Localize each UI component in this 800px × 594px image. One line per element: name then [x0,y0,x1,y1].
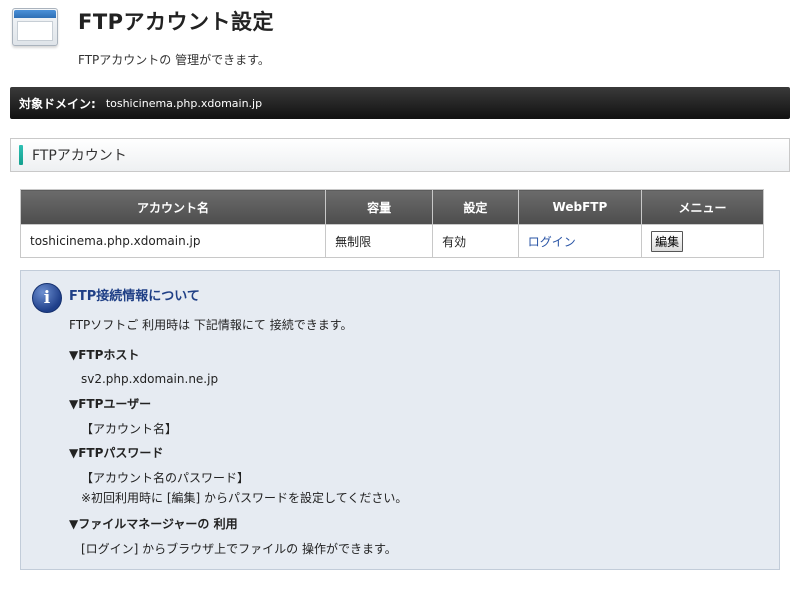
file-manager-heading: ▼ファイルマネージャーの 利用 [69,517,238,531]
column-header-menu: メニュー [641,189,764,225]
ftp-host-heading: ▼FTPホスト [69,348,140,362]
info-title: FTP接続情報について [69,289,200,304]
capacity-cell: 無制限 [325,224,434,258]
target-domain-bar: 対象ドメイン: toshicinema.php.xdomain.jp [10,87,790,119]
column-header-account: アカウント名 [19,189,327,225]
file-manager-description: [ログイン] からブラウザ上でファイルの 操作ができます。 [81,542,397,556]
info-icon: i [32,283,62,313]
menu-cell: 編集 [641,224,764,258]
webftp-login-link[interactable]: ログイン [517,224,643,258]
status-cell: 有効 [432,224,519,258]
ftp-account-table: アカウント名 容量 設定 WebFTP メニュー toshicinema.php… [19,189,764,258]
page-title: FTPアカウント設定 [78,10,275,34]
table-row: toshicinema.php.xdomain.jp 無制限 有効 ログイン 編… [19,224,764,258]
section-title: FTPアカウント [32,148,127,164]
edit-button[interactable]: 編集 [651,230,684,252]
section-accent-bar [19,145,23,165]
column-header-webftp: WebFTP [517,189,643,225]
ftp-user-heading: ▼FTPユーザー [69,397,152,411]
info-intro: FTPソフトご 利用時は 下記情報にて 接続できます。 [69,318,353,332]
ftp-password-value: 【アカウント名のパスワード】 [81,471,250,485]
ftp-info-panel: i FTP接続情報について FTPソフトご 利用時は 下記情報にて 接続できます… [20,270,780,570]
ftp-host-value: sv2.php.xdomain.ne.jp [81,372,219,386]
ftp-password-note: ※初回利用時に [編集] からパスワードを設定してください。 [81,491,408,505]
table-header-row: アカウント名 容量 設定 WebFTP メニュー [19,189,764,225]
target-domain-value: toshicinema.php.xdomain.jp [105,96,263,110]
column-header-status: 設定 [432,189,519,225]
target-domain-label: 対象ドメイン: [19,96,96,111]
account-name-cell: toshicinema.php.xdomain.jp [19,224,327,258]
ftp-user-value: 【アカウント名】 [81,422,178,436]
ftp-window-icon [12,8,58,48]
section-header: FTPアカウント [10,138,790,172]
column-header-capacity: 容量 [325,189,434,225]
page-description: FTPアカウントの 管理ができます。 [78,53,270,67]
ftp-password-heading: ▼FTPパスワード [69,446,164,460]
